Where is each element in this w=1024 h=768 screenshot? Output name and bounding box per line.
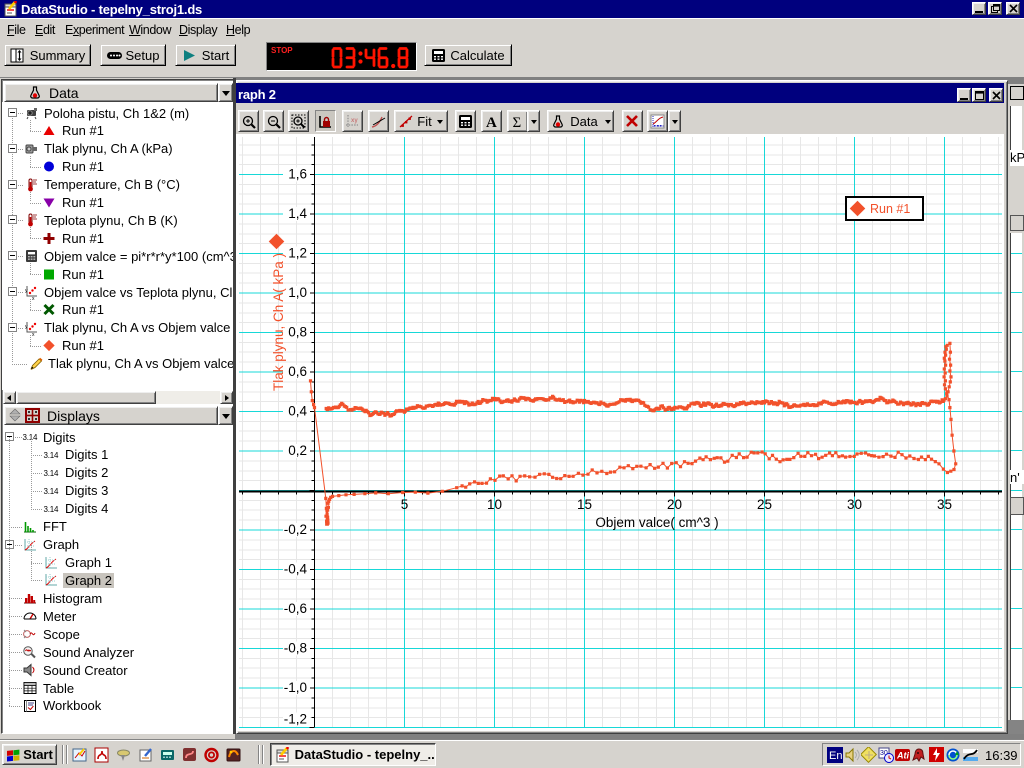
svg-text:y: y [25, 324, 28, 330]
svg-text:-0,8: -0,8 [284, 641, 307, 656]
svg-text:3.14: 3.14 [44, 505, 60, 514]
svg-text:15: 15 [577, 497, 592, 512]
svg-text:y: y [25, 288, 28, 294]
svg-text:-0,4: -0,4 [284, 562, 308, 577]
svg-text:Tlak plynu, Ch A( kPa ): Tlak plynu, Ch A( kPa ) [271, 253, 286, 391]
svg-text:35: 35 [937, 497, 952, 512]
svg-text:-0,6: -0,6 [284, 601, 307, 616]
svg-text:Objem valce( cm^3 ): Objem valce( cm^3 ) [595, 515, 718, 530]
svg-text:0,2: 0,2 [288, 443, 307, 458]
svg-text:0,4: 0,4 [288, 404, 307, 419]
svg-text:-1,0: -1,0 [284, 680, 307, 695]
svg-text:0,6: 0,6 [288, 364, 307, 379]
svg-text:En: En [829, 750, 842, 762]
svg-text:STOP: STOP [271, 46, 293, 55]
svg-text:Ati: Ati [896, 751, 909, 761]
svg-text:1,4: 1,4 [288, 206, 307, 221]
svg-text:A: A [486, 115, 497, 129]
svg-text:-1,2: -1,2 [284, 712, 307, 727]
svg-text:Σ: Σ [513, 115, 522, 129]
svg-text:3.14: 3.14 [44, 469, 60, 478]
svg-text:25: 25 [757, 497, 772, 512]
svg-text:x: x [32, 332, 35, 336]
svg-text:0,8: 0,8 [288, 325, 307, 340]
svg-text:-0,2: -0,2 [284, 522, 307, 537]
svg-text:10: 10 [487, 497, 502, 512]
svg-text:20: 20 [667, 497, 682, 512]
svg-text:1,6: 1,6 [288, 167, 307, 182]
svg-text:3.14: 3.14 [44, 487, 60, 496]
svg-text:3.14: 3.14 [44, 451, 60, 460]
svg-text:5: 5 [401, 497, 409, 512]
svg-text:xy: xy [351, 118, 358, 124]
svg-text:30: 30 [847, 497, 862, 512]
svg-text:x: x [32, 296, 35, 300]
svg-text:1,0: 1,0 [288, 285, 307, 300]
svg-text:Run #1: Run #1 [870, 202, 910, 216]
svg-text:1,2: 1,2 [288, 246, 307, 261]
